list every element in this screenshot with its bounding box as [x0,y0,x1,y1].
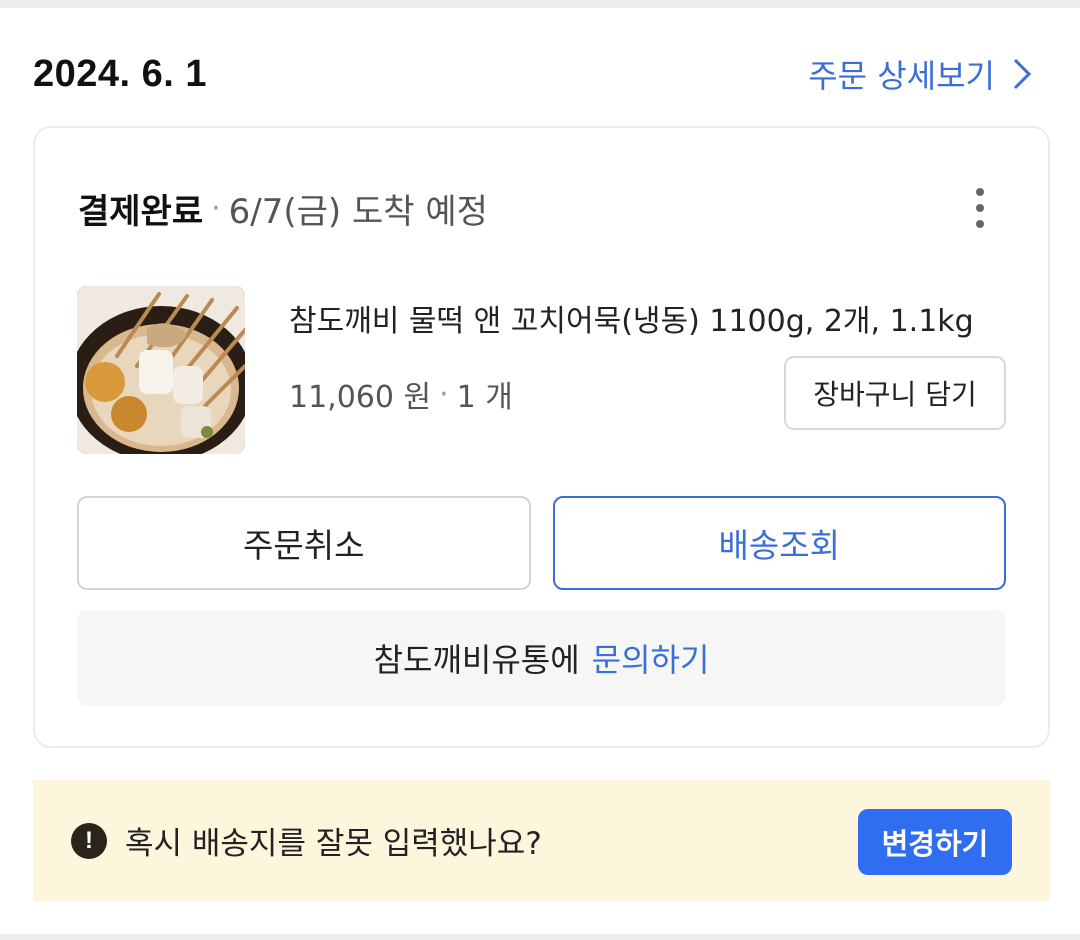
order-page: 2024. 6. 1 주문 상세보기 결제완료 · 6/7(금) 도착 예정 참… [0,8,1080,934]
exclamation-circle-icon: ! [71,822,107,859]
order-date: 2024. 6. 1 [33,52,208,95]
order-card: 결제완료 · 6/7(금) 도착 예정 참도깨비 물떡 앤 꼬치어묵(냉동) 1… [33,126,1050,748]
order-action-buttons: 주문취소 배송조회 [77,496,1006,590]
track-delivery-button[interactable]: 배송조회 [552,496,1006,590]
delivery-eta: 6/7(금) 도착 예정 [228,191,488,232]
product-price-row: 11,060 원 · 1 개 [289,372,513,416]
chevron-right-icon [1013,58,1032,90]
product-price: 11,060 원 [289,380,432,415]
seller-name: 참도깨비유통에 [373,641,580,679]
cancel-order-button[interactable]: 주문취소 [77,496,531,590]
order-detail-link[interactable]: 주문 상세보기 [808,51,1035,97]
notice-text: 혹시 배송지를 잘못 입력했나요? [125,826,542,862]
more-vertical-icon[interactable] [960,180,1000,236]
inquiry-link[interactable]: 문의하기 [592,635,710,681]
product-quantity: 1 개 [456,380,513,415]
order-header: 2024. 6. 1 주문 상세보기 [33,44,1035,104]
change-address-button[interactable]: 변경하기 [858,809,1012,875]
order-status: 결제완료 [78,191,204,232]
product-name[interactable]: 참도깨비 물떡 앤 꼬치어묵(냉동) 1100g, 2개, 1.1kg [289,296,1006,340]
order-detail-label: 주문 상세보기 [808,57,995,95]
product-image[interactable] [77,286,245,454]
product-image-illustration [77,286,245,454]
seller-inquiry-bar: 참도깨비유통에 문의하기 [77,610,1006,706]
status-row: 결제완료 · 6/7(금) 도착 예정 [78,180,988,236]
price-separator: · [439,376,449,412]
add-to-cart-button[interactable]: 장바구니 담기 [784,356,1006,430]
address-notice: ! 혹시 배송지를 잘못 입력했나요? 변경하기 [33,780,1050,901]
status-separator: · [211,190,221,226]
